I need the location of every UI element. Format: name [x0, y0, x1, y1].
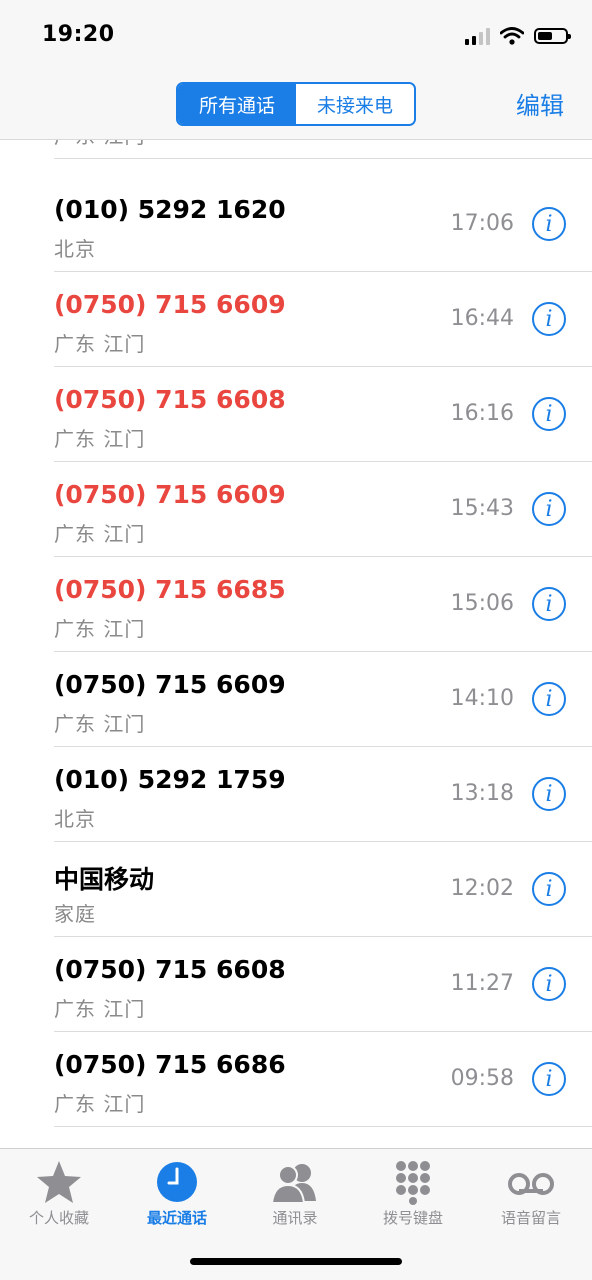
- info-icon[interactable]: i: [532, 397, 566, 431]
- cellular-signal-icon: [465, 27, 490, 45]
- call-time: 17:06: [450, 211, 514, 236]
- info-icon[interactable]: i: [532, 587, 566, 621]
- call-location: 广东 江门: [54, 712, 146, 736]
- info-icon[interactable]: i: [532, 1062, 566, 1096]
- tab-label: 最近通话: [146, 1209, 207, 1227]
- info-icon[interactable]: i: [532, 872, 566, 906]
- call-number: (0750) 715 6609: [54, 480, 286, 509]
- call-number: (010) 5292 1759: [54, 765, 286, 794]
- call-time: 12:02: [450, 876, 514, 901]
- call-location: 广东 江门: [54, 332, 146, 356]
- voicemail-icon: [508, 1173, 554, 1195]
- call-row[interactable]: (0750) 715 6609 广东 江门 16:44 i: [54, 272, 592, 367]
- call-number: (0750) 715 6609: [54, 670, 286, 699]
- home-indicator[interactable]: [190, 1258, 402, 1265]
- tab-label: 语音留言: [500, 1209, 561, 1227]
- call-row[interactable]: (010) 5292 1759 北京 13:18 i: [54, 747, 592, 842]
- tab-label: 个人收藏: [28, 1209, 89, 1227]
- info-icon[interactable]: i: [532, 777, 566, 811]
- call-number: (0750) 715 6608: [54, 955, 286, 984]
- filter-segmented-control: 所有通话 未接来电: [176, 82, 416, 126]
- clock-icon: [157, 1162, 197, 1202]
- recent-calls-list[interactable]: 广东 江门 i (010) 5292 1620 北京 17:06 i (0750…: [0, 140, 592, 1148]
- call-number: (010) 5292 1620: [54, 195, 286, 224]
- call-location: 广东 江门: [54, 522, 146, 546]
- call-location: 广东 江门: [54, 997, 146, 1021]
- call-number: (0750) 715 6608: [54, 385, 286, 414]
- call-row[interactable]: (0750) 715 6608 广东 江门 11:27 i: [54, 937, 592, 1032]
- status-time: 19:20: [42, 22, 115, 47]
- segment-all-calls[interactable]: 所有通话: [178, 84, 296, 124]
- call-row[interactable]: (0750) 715 6686 广东 江门 09:58 i: [54, 1032, 592, 1127]
- call-time: 15:06: [450, 591, 514, 616]
- info-icon[interactable]: i: [532, 492, 566, 526]
- call-time: 09:58: [450, 1066, 514, 1091]
- nav-bar: 所有通话 未接来电 编辑: [0, 70, 592, 140]
- keypad-icon: [396, 1161, 430, 1205]
- edit-button[interactable]: 编辑: [516, 86, 564, 121]
- call-row[interactable]: (010) 5292 1620 北京 17:06 i: [54, 177, 592, 272]
- call-row[interactable]: (0750) 715 6608 广东 江门 16:16 i: [54, 367, 592, 462]
- call-time: 16:16: [450, 401, 514, 426]
- call-number: (0750) 715 6686: [54, 1050, 286, 1079]
- call-number: (0750) 715 6609: [54, 290, 286, 319]
- status-bar: 19:20: [0, 0, 592, 70]
- call-location: 广东 江门: [54, 617, 146, 641]
- info-icon[interactable]: i: [532, 207, 566, 241]
- call-time: 14:10: [450, 686, 514, 711]
- tab-label: 拨号键盘: [382, 1209, 443, 1227]
- call-location: 家庭: [54, 902, 96, 926]
- call-time: 15:43: [450, 496, 514, 521]
- call-row[interactable]: (0750) 715 6609 广东 江门 14:10 i: [54, 652, 592, 747]
- call-row-partial[interactable]: 广东 江门 i: [54, 140, 592, 159]
- battery-icon: [534, 28, 571, 44]
- wifi-icon: [500, 27, 524, 45]
- call-location: 北京: [54, 807, 96, 831]
- contacts-icon: [270, 1164, 316, 1204]
- call-row[interactable]: 中国移动 家庭 12:02 i: [54, 842, 592, 937]
- star-icon: [37, 1161, 81, 1203]
- call-location: 广东 江门: [54, 427, 146, 451]
- tab-favorites[interactable]: 个人收藏: [0, 1149, 118, 1239]
- call-row[interactable]: (0750) 715 6609 广东 江门 15:43 i: [54, 462, 592, 557]
- info-icon[interactable]: i: [532, 682, 566, 716]
- tab-label: 通讯录: [272, 1209, 318, 1227]
- call-time: 16:44: [450, 306, 514, 331]
- call-time: 13:18: [450, 781, 514, 806]
- call-time: 11:27: [450, 971, 514, 996]
- info-icon[interactable]: i: [532, 967, 566, 1001]
- call-number: 中国移动: [54, 865, 155, 894]
- call-location: 北京: [54, 237, 96, 261]
- tab-voicemail[interactable]: 语音留言: [472, 1149, 590, 1239]
- tab-contacts[interactable]: 通讯录: [236, 1149, 354, 1239]
- status-icons: [465, 24, 571, 48]
- segment-missed-calls[interactable]: 未接来电: [296, 84, 414, 124]
- tab-recents[interactable]: 最近通话: [118, 1149, 236, 1239]
- info-icon[interactable]: i: [532, 302, 566, 336]
- tab-keypad[interactable]: 拨号键盘: [354, 1149, 472, 1239]
- call-location: 广东 江门: [54, 140, 145, 149]
- call-location: 广东 江门: [54, 1092, 146, 1116]
- call-number: (0750) 715 6685: [54, 575, 286, 604]
- call-row[interactable]: (0750) 715 6685 广东 江门 15:06 i: [54, 557, 592, 652]
